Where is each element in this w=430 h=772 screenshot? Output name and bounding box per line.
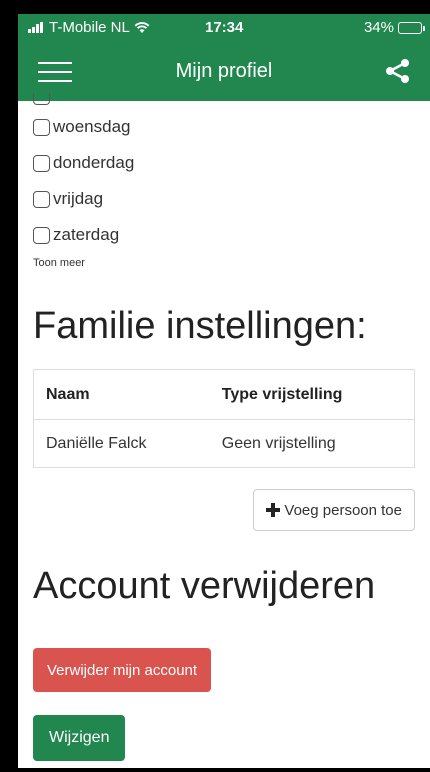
- weekday-label: woensdag: [53, 117, 131, 136]
- phone-screen: T-Mobile NL 17:34 34% Mijn profiel woens…: [18, 14, 430, 768]
- weekday-item-woensdag[interactable]: woensdag: [33, 109, 415, 145]
- cell-name: Daniëlle Falck: [46, 434, 147, 452]
- table-header-row: Naam Type vrijstelling: [33, 369, 415, 420]
- carrier-info: T-Mobile NL: [28, 19, 150, 36]
- checkbox[interactable]: [33, 154, 50, 172]
- edit-button[interactable]: Wijzigen: [33, 715, 126, 761]
- add-person-button[interactable]: Voeg persoon toe: [253, 489, 415, 531]
- battery-tip: [423, 25, 425, 31]
- battery-icon: [398, 21, 425, 34]
- weekday-item-zaterdag[interactable]: zaterdag: [33, 217, 415, 253]
- clock: 17:34: [205, 19, 244, 36]
- page-title: Mijn profiel: [175, 60, 273, 82]
- checkbox[interactable]: [33, 190, 50, 208]
- add-person-wrap: Voeg persoon toe: [33, 489, 415, 531]
- checkbox[interactable]: [33, 118, 50, 136]
- navbar: Mijn profiel: [18, 44, 430, 101]
- battery-percent: 34%: [363, 19, 394, 36]
- plus-icon: [266, 503, 281, 517]
- checkbox[interactable]: [33, 226, 50, 244]
- battery-status: 34%: [363, 19, 425, 36]
- signal-icon: [28, 22, 43, 33]
- carrier-name: T-Mobile NL: [49, 19, 130, 36]
- share-icon[interactable]: [384, 57, 412, 85]
- profile-content: woensdag donderdag vrijdag zaterdag Toon…: [18, 93, 430, 761]
- add-person-label: Voeg persoon toe: [284, 501, 402, 519]
- column-header-exemption: Type vrijstelling: [209, 369, 415, 420]
- weekday-item-donderdag[interactable]: donderdag: [33, 145, 415, 181]
- weekday-label: donderdag: [53, 153, 135, 172]
- weekday-list: woensdag donderdag vrijdag zaterdag: [33, 109, 415, 253]
- table-row[interactable]: Daniëlle Falck Geen vrijstelling: [34, 420, 415, 468]
- weekday-label: zaterdag: [53, 225, 120, 244]
- delete-account-button[interactable]: Verwijder mijn account: [33, 648, 212, 692]
- cell-exemption: Geen vrijstelling: [221, 434, 336, 452]
- status-bar: T-Mobile NL 17:34 34%: [18, 14, 430, 44]
- weekday-label: vrijdag: [53, 189, 104, 208]
- column-header-name: Naam: [33, 369, 210, 420]
- family-settings-heading: Familie instellingen:: [33, 305, 367, 347]
- app-header: T-Mobile NL 17:34 34% Mijn profiel: [18, 14, 430, 101]
- partial-checkbox[interactable]: [33, 93, 50, 105]
- weekday-item-vrijdag[interactable]: vrijdag: [33, 181, 415, 217]
- account-delete-heading: Account verwijderen: [33, 565, 376, 607]
- wifi-icon: [134, 21, 150, 33]
- show-more-link[interactable]: Toon meer: [33, 257, 85, 269]
- family-table: Naam Type vrijstelling Daniëlle Falck Ge…: [33, 369, 415, 468]
